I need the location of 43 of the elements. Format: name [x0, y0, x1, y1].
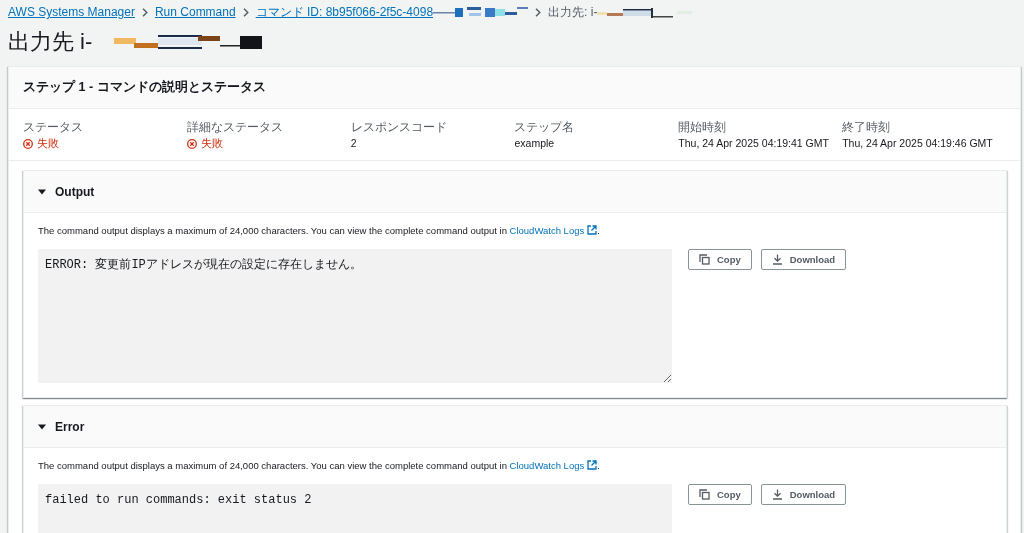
error-icon [186, 138, 197, 149]
output-limit-notice: The command output displays a maximum of 24,000 characters. You can view the complete command output in CloudWatch Logs . [38, 224, 601, 238]
caret-down-icon [38, 187, 46, 196]
section-toggle[interactable]: Output [24, 171, 1006, 213]
output-textarea[interactable]: ERROR: 変更前IPアドレスが現在の設定に存在しません。 [38, 249, 672, 383]
download-button[interactable]: Download [760, 249, 847, 270]
output-limit-notice: The command output displays a maximum of 24,000 characters. You can view the complete command output in CloudWatch Logs . [38, 459, 601, 473]
field-label: 詳細なステータス [186, 119, 284, 135]
chevron-right-icon [535, 7, 542, 17]
download-icon [771, 489, 783, 500]
field-value: 失敗 [37, 136, 59, 151]
field-label: ステップ名 [514, 119, 576, 135]
chevron-right-icon [242, 7, 249, 17]
field-label: ステータス [23, 119, 84, 135]
section-toggle[interactable]: Error [24, 406, 1006, 448]
copy-button[interactable]: Copy [688, 249, 752, 270]
breadcrumb-link[interactable]: コマンド ID: 8b95f066-2f5c-4098 [255, 3, 434, 21]
field-value: example [514, 136, 555, 151]
breadcrumb-link[interactable]: Run Command [154, 3, 236, 21]
error-icon [23, 138, 33, 149]
cloudwatch-logs-link[interactable]: CloudWatch Logs [509, 225, 598, 236]
field-value: 失敗 [200, 136, 223, 151]
copy-button[interactable]: Copy [688, 484, 752, 505]
panel-title: ステップ 1 - コマンドの説明とステータス [23, 79, 266, 97]
external-link-icon [587, 225, 598, 235]
field-label: 終了時刻 [842, 119, 892, 135]
copy-icon [699, 254, 710, 265]
field-label: レスポンスコード [350, 119, 448, 135]
download-icon [771, 254, 783, 265]
external-link-icon [587, 460, 598, 470]
page-title: 出力先 i- [8, 28, 93, 56]
field-value: Thu, 24 Apr 2025 04:19:46 GMT [842, 136, 993, 151]
breadcrumb-current: 出力先: i- [548, 4, 598, 21]
output-textarea[interactable]: failed to run commands: exit status 2 [38, 484, 672, 533]
field-label: 開始時刻 [678, 119, 728, 135]
cloudwatch-logs-link[interactable]: CloudWatch Logs [509, 460, 598, 471]
field-value: Thu, 24 Apr 2025 04:19:41 GMT [678, 136, 829, 151]
download-button[interactable]: Download [760, 484, 847, 505]
caret-down-icon [38, 422, 46, 431]
copy-icon [699, 489, 710, 500]
field-value: 2 [350, 136, 357, 151]
chevron-right-icon [141, 7, 148, 17]
breadcrumb-link[interactable]: AWS Systems Manager [8, 3, 135, 21]
